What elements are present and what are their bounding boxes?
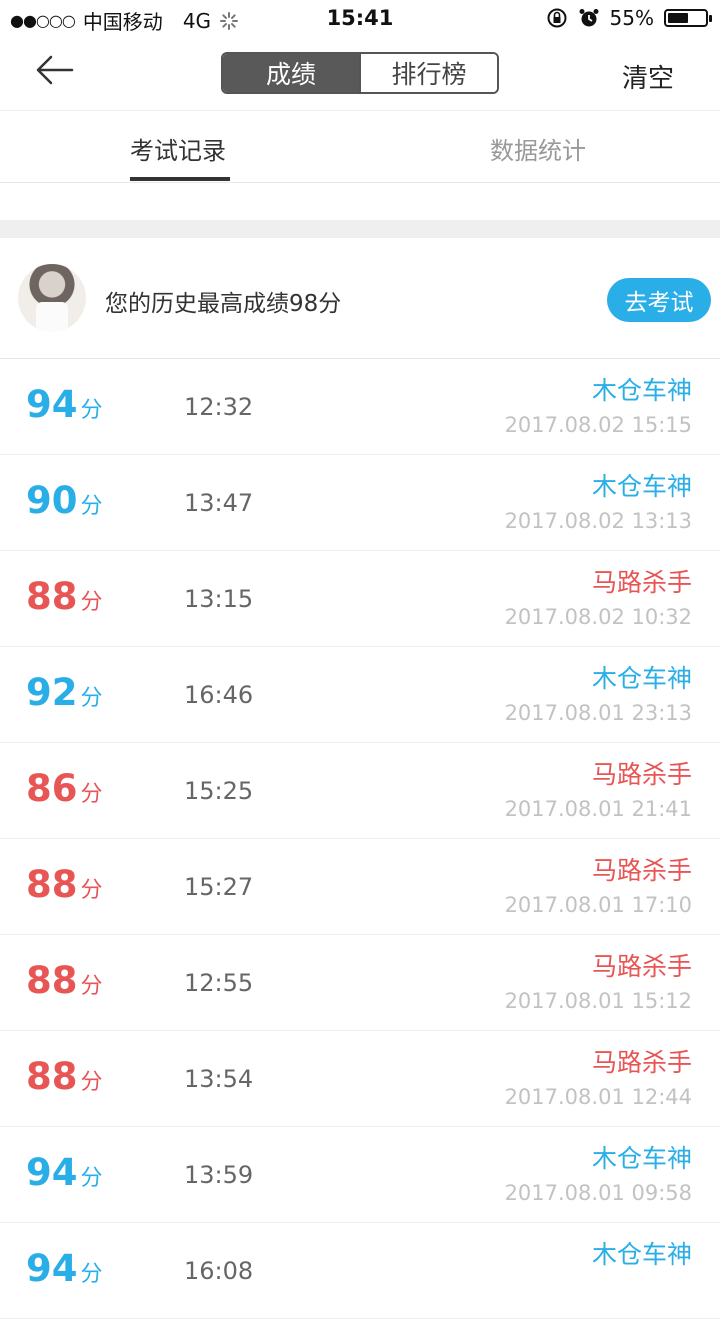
profile-summary: 您的历史最高成绩98分 去考试 <box>0 238 720 359</box>
record-title: 马路杀手 <box>591 568 692 597</box>
record-row[interactable]: 88 分 13:15 马路杀手 2017.08.02 10:32 <box>0 551 720 647</box>
back-arrow-icon <box>36 55 74 85</box>
score-value: 86 <box>26 767 78 810</box>
score-unit: 分 <box>80 1070 103 1095</box>
record-title: 马路杀手 <box>591 760 692 789</box>
score-unit: 分 <box>80 1166 103 1191</box>
battery-fill <box>668 13 688 23</box>
record-score: 88 分 <box>26 575 103 618</box>
battery-percent: 55% <box>609 6 654 30</box>
score-value: 94 <box>26 383 78 426</box>
clear-button[interactable]: 清空 <box>622 58 674 95</box>
score-value: 88 <box>26 575 78 618</box>
score-unit: 分 <box>80 590 103 615</box>
record-title: 马路杀手 <box>591 856 692 885</box>
section-divider <box>0 220 720 238</box>
segmented-control: 成绩 排行榜 <box>221 52 499 94</box>
go-exam-button[interactable]: 去考试 <box>607 278 711 322</box>
score-value: 88 <box>26 863 78 906</box>
battery-icon <box>664 9 712 27</box>
record-duration: 13:59 <box>184 1161 254 1189</box>
score-value: 88 <box>26 959 78 1002</box>
record-score: 88 分 <box>26 863 103 906</box>
record-date: 2017.08.01 12:44 <box>504 1085 692 1109</box>
record-date: 2017.08.02 13:13 <box>504 509 692 533</box>
record-score: 88 分 <box>26 1055 103 1098</box>
record-duration: 13:54 <box>184 1065 254 1093</box>
rotation-lock-icon <box>547 8 567 28</box>
record-row[interactable]: 88 分 13:54 马路杀手 2017.08.01 12:44 <box>0 1031 720 1127</box>
tab-statistics[interactable]: 数据统计 <box>490 131 586 166</box>
record-score: 90 分 <box>26 479 103 522</box>
record-date: 2017.08.01 17:10 <box>504 893 692 917</box>
score-unit: 分 <box>80 686 103 711</box>
record-row[interactable]: 92 分 16:46 木仓车神 2017.08.01 23:13 <box>0 647 720 743</box>
record-score: 88 分 <box>26 959 103 1002</box>
score-unit: 分 <box>80 398 103 423</box>
record-title: 木仓车神 <box>591 1144 692 1173</box>
segment-scores[interactable]: 成绩 <box>223 54 359 92</box>
score-unit: 分 <box>80 494 103 519</box>
record-date: 2017.08.01 09:58 <box>504 1181 692 1205</box>
score-unit: 分 <box>80 1262 103 1287</box>
record-list: 94 分 12:32 木仓车神 2017.08.02 15:15 90 分 13:47 木仓车神… <box>0 359 720 1319</box>
record-duration: 16:08 <box>184 1257 254 1285</box>
record-score: 92 分 <box>26 671 103 714</box>
record-date: 2017.08.01 21:41 <box>504 797 692 821</box>
record-duration: 15:25 <box>184 777 254 805</box>
score-value: 92 <box>26 671 78 714</box>
record-score: 94 分 <box>26 1151 103 1194</box>
score-value: 88 <box>26 1055 78 1098</box>
record-duration: 13:47 <box>184 489 254 517</box>
score-value: 94 <box>26 1247 78 1290</box>
best-score-text: 您的历史最高成绩98分 <box>105 291 342 317</box>
record-score: 86 分 <box>26 767 103 810</box>
record-row[interactable]: 90 分 13:47 木仓车神 2017.08.02 13:13 <box>0 455 720 551</box>
record-duration: 12:32 <box>184 393 254 421</box>
record-row[interactable]: 88 分 12:55 马路杀手 2017.08.01 15:12 <box>0 935 720 1031</box>
score-unit: 分 <box>80 782 103 807</box>
record-score: 94 分 <box>26 383 103 426</box>
record-duration: 12:55 <box>184 969 254 997</box>
score-value: 94 <box>26 1151 78 1194</box>
score-unit: 分 <box>80 878 103 903</box>
record-score: 94 分 <box>26 1247 103 1290</box>
record-date: 2017.08.02 10:32 <box>504 605 692 629</box>
nav-bar: 成绩 排行榜 清空 <box>0 38 720 111</box>
record-title: 木仓车神 <box>591 376 692 405</box>
active-tab-indicator <box>130 177 230 181</box>
record-date: 2017.08.01 15:12 <box>504 989 692 1013</box>
record-duration: 15:27 <box>184 873 254 901</box>
record-title: 木仓车神 <box>591 472 692 501</box>
record-duration: 16:46 <box>184 681 254 709</box>
alarm-icon <box>579 9 599 27</box>
status-right: 55% <box>546 6 712 30</box>
record-title: 马路杀手 <box>591 952 692 981</box>
score-unit: 分 <box>80 974 103 999</box>
tab-exam-records[interactable]: 考试记录 <box>130 131 226 166</box>
score-value: 90 <box>26 479 78 522</box>
record-duration: 13:15 <box>184 585 254 613</box>
status-bar: ●●○○○ 中国移动 4G 15:41 55% <box>0 0 720 38</box>
record-row[interactable]: 94 分 13:59 木仓车神 2017.08.01 09:58 <box>0 1127 720 1223</box>
avatar <box>18 264 86 332</box>
record-title: 马路杀手 <box>591 1048 692 1077</box>
record-title: 木仓车神 <box>591 664 692 693</box>
record-row[interactable]: 94 分 16:08 木仓车神 <box>0 1223 720 1319</box>
record-row[interactable]: 88 分 15:27 马路杀手 2017.08.01 17:10 <box>0 839 720 935</box>
record-date: 2017.08.02 15:15 <box>504 413 692 437</box>
sub-tabs: 考试记录 数据统计 <box>0 111 720 183</box>
segment-ranking[interactable]: 排行榜 <box>359 54 497 92</box>
record-date: 2017.08.01 23:13 <box>504 701 692 725</box>
record-row[interactable]: 86 分 15:25 马路杀手 2017.08.01 21:41 <box>0 743 720 839</box>
record-row[interactable]: 94 分 12:32 木仓车神 2017.08.02 15:15 <box>0 359 720 455</box>
record-title: 木仓车神 <box>591 1240 692 1269</box>
back-button[interactable] <box>32 50 82 90</box>
